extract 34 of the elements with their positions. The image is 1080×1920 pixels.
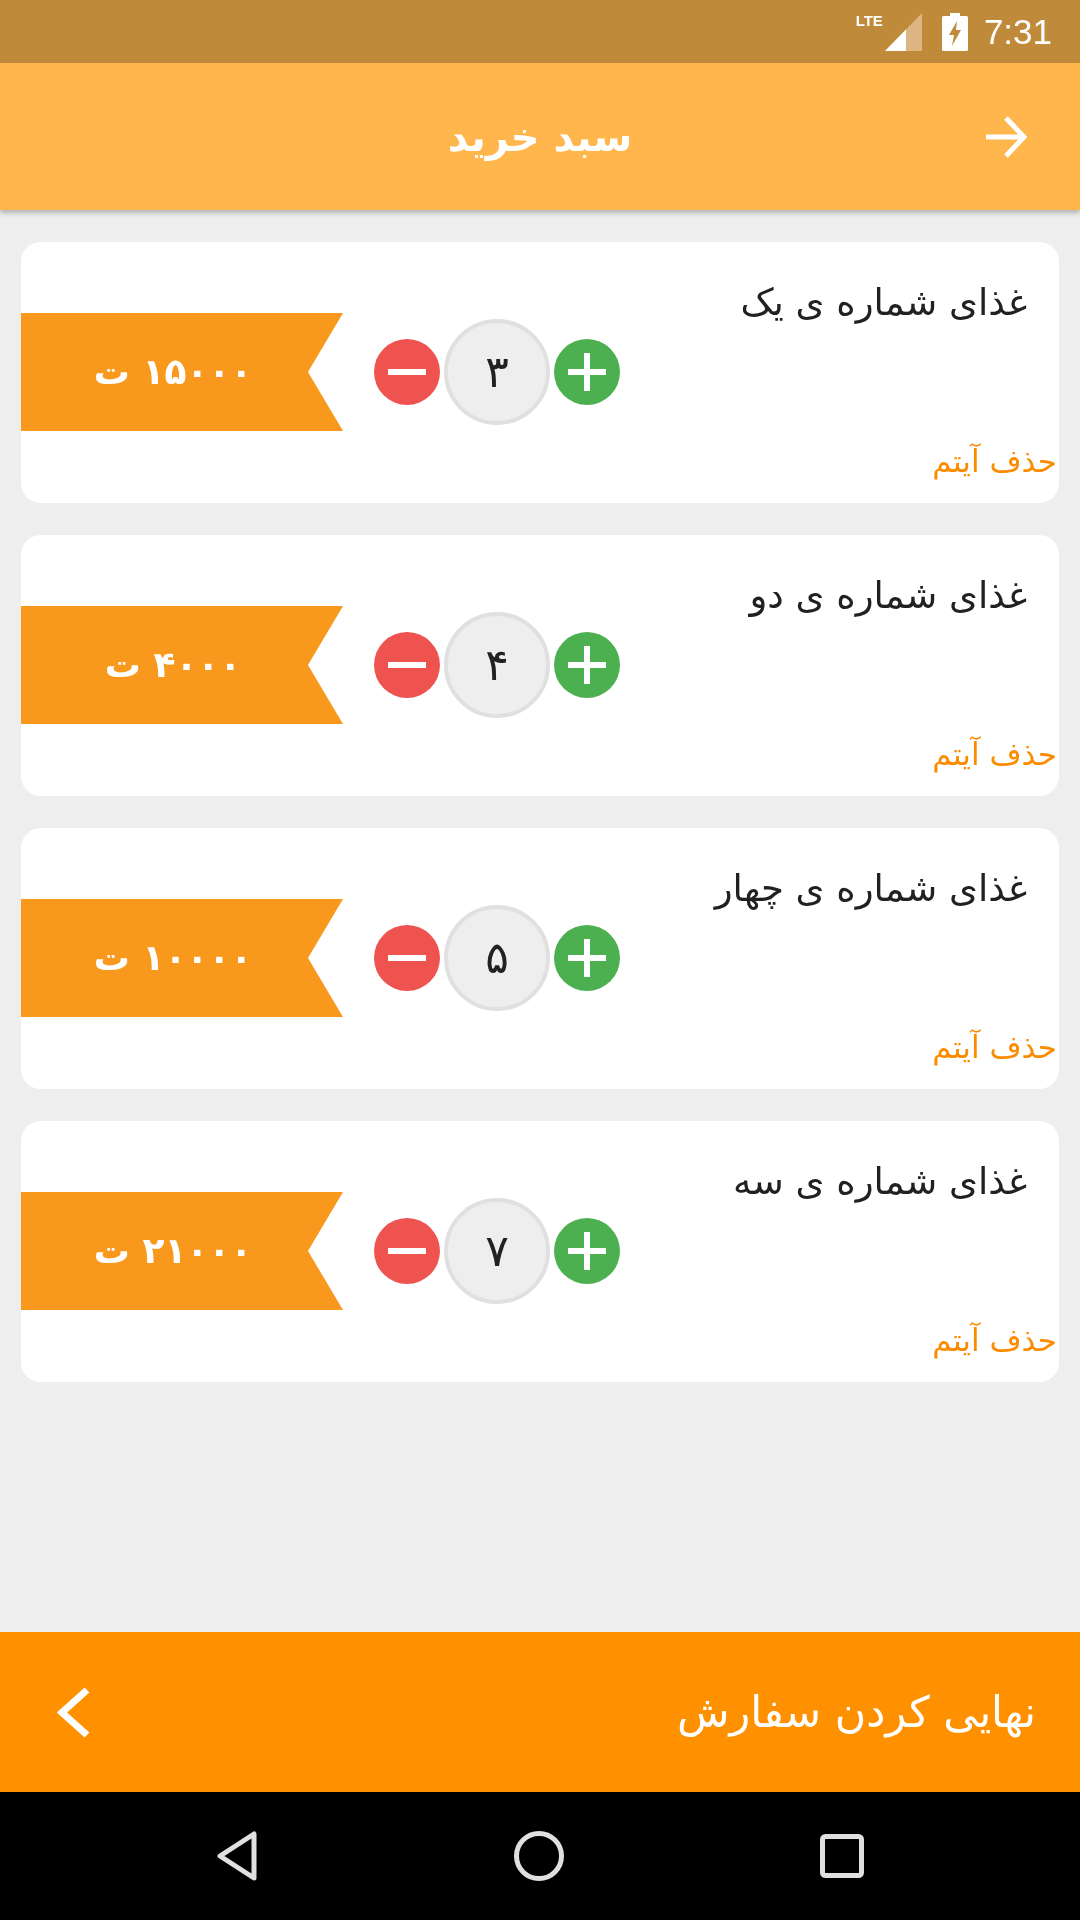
- plus-icon: [568, 1232, 606, 1270]
- item-name: غذای شماره ی سه: [733, 1159, 1027, 1205]
- item-name: غذای شماره ی دو: [749, 573, 1027, 619]
- home-icon[interactable]: [514, 1831, 564, 1881]
- recents-icon[interactable]: [820, 1834, 864, 1878]
- status-time: 7:31: [983, 11, 1052, 52]
- remove-item-link[interactable]: حذف آیتم: [932, 1320, 1057, 1360]
- minus-icon: [388, 369, 426, 375]
- price-tag: ۴۰۰۰ ت: [21, 606, 343, 724]
- remove-item-link[interactable]: حذف آیتم: [932, 441, 1057, 481]
- quantity-display: ۷: [444, 1198, 550, 1304]
- checkout-button[interactable]: نهایی کردن سفارش: [0, 1632, 1080, 1792]
- price-tag: ۱۰۰۰۰ ت: [21, 899, 343, 1017]
- item-name: غذای شماره ی چهار: [714, 866, 1027, 912]
- signal-icon: [884, 12, 922, 51]
- price-tag: ۱۵۰۰۰ ت: [21, 313, 343, 431]
- plus-icon: [568, 646, 606, 684]
- plus-icon: [568, 939, 606, 977]
- remove-item-link[interactable]: حذف آیتم: [932, 734, 1057, 774]
- chevron-left-icon: [57, 1686, 90, 1738]
- minus-icon: [388, 1248, 426, 1254]
- item-name: غذای شماره ی یک: [740, 280, 1027, 326]
- network-label: LTE: [855, 12, 883, 30]
- minus-icon: [388, 662, 426, 668]
- quantity-display: ۴: [444, 612, 550, 718]
- remove-item-link[interactable]: حذف آیتم: [932, 1027, 1057, 1067]
- app-bar-title: سبد خرید: [447, 112, 633, 162]
- price-tag: ۲۱۰۰۰ ت: [21, 1192, 343, 1310]
- plus-icon: [568, 353, 606, 391]
- back-icon[interactable]: [216, 1831, 258, 1881]
- quantity-display: ۵: [444, 905, 550, 1011]
- quantity-display: ۳: [444, 319, 550, 425]
- minus-icon: [388, 955, 426, 961]
- battery-icon: [941, 12, 968, 51]
